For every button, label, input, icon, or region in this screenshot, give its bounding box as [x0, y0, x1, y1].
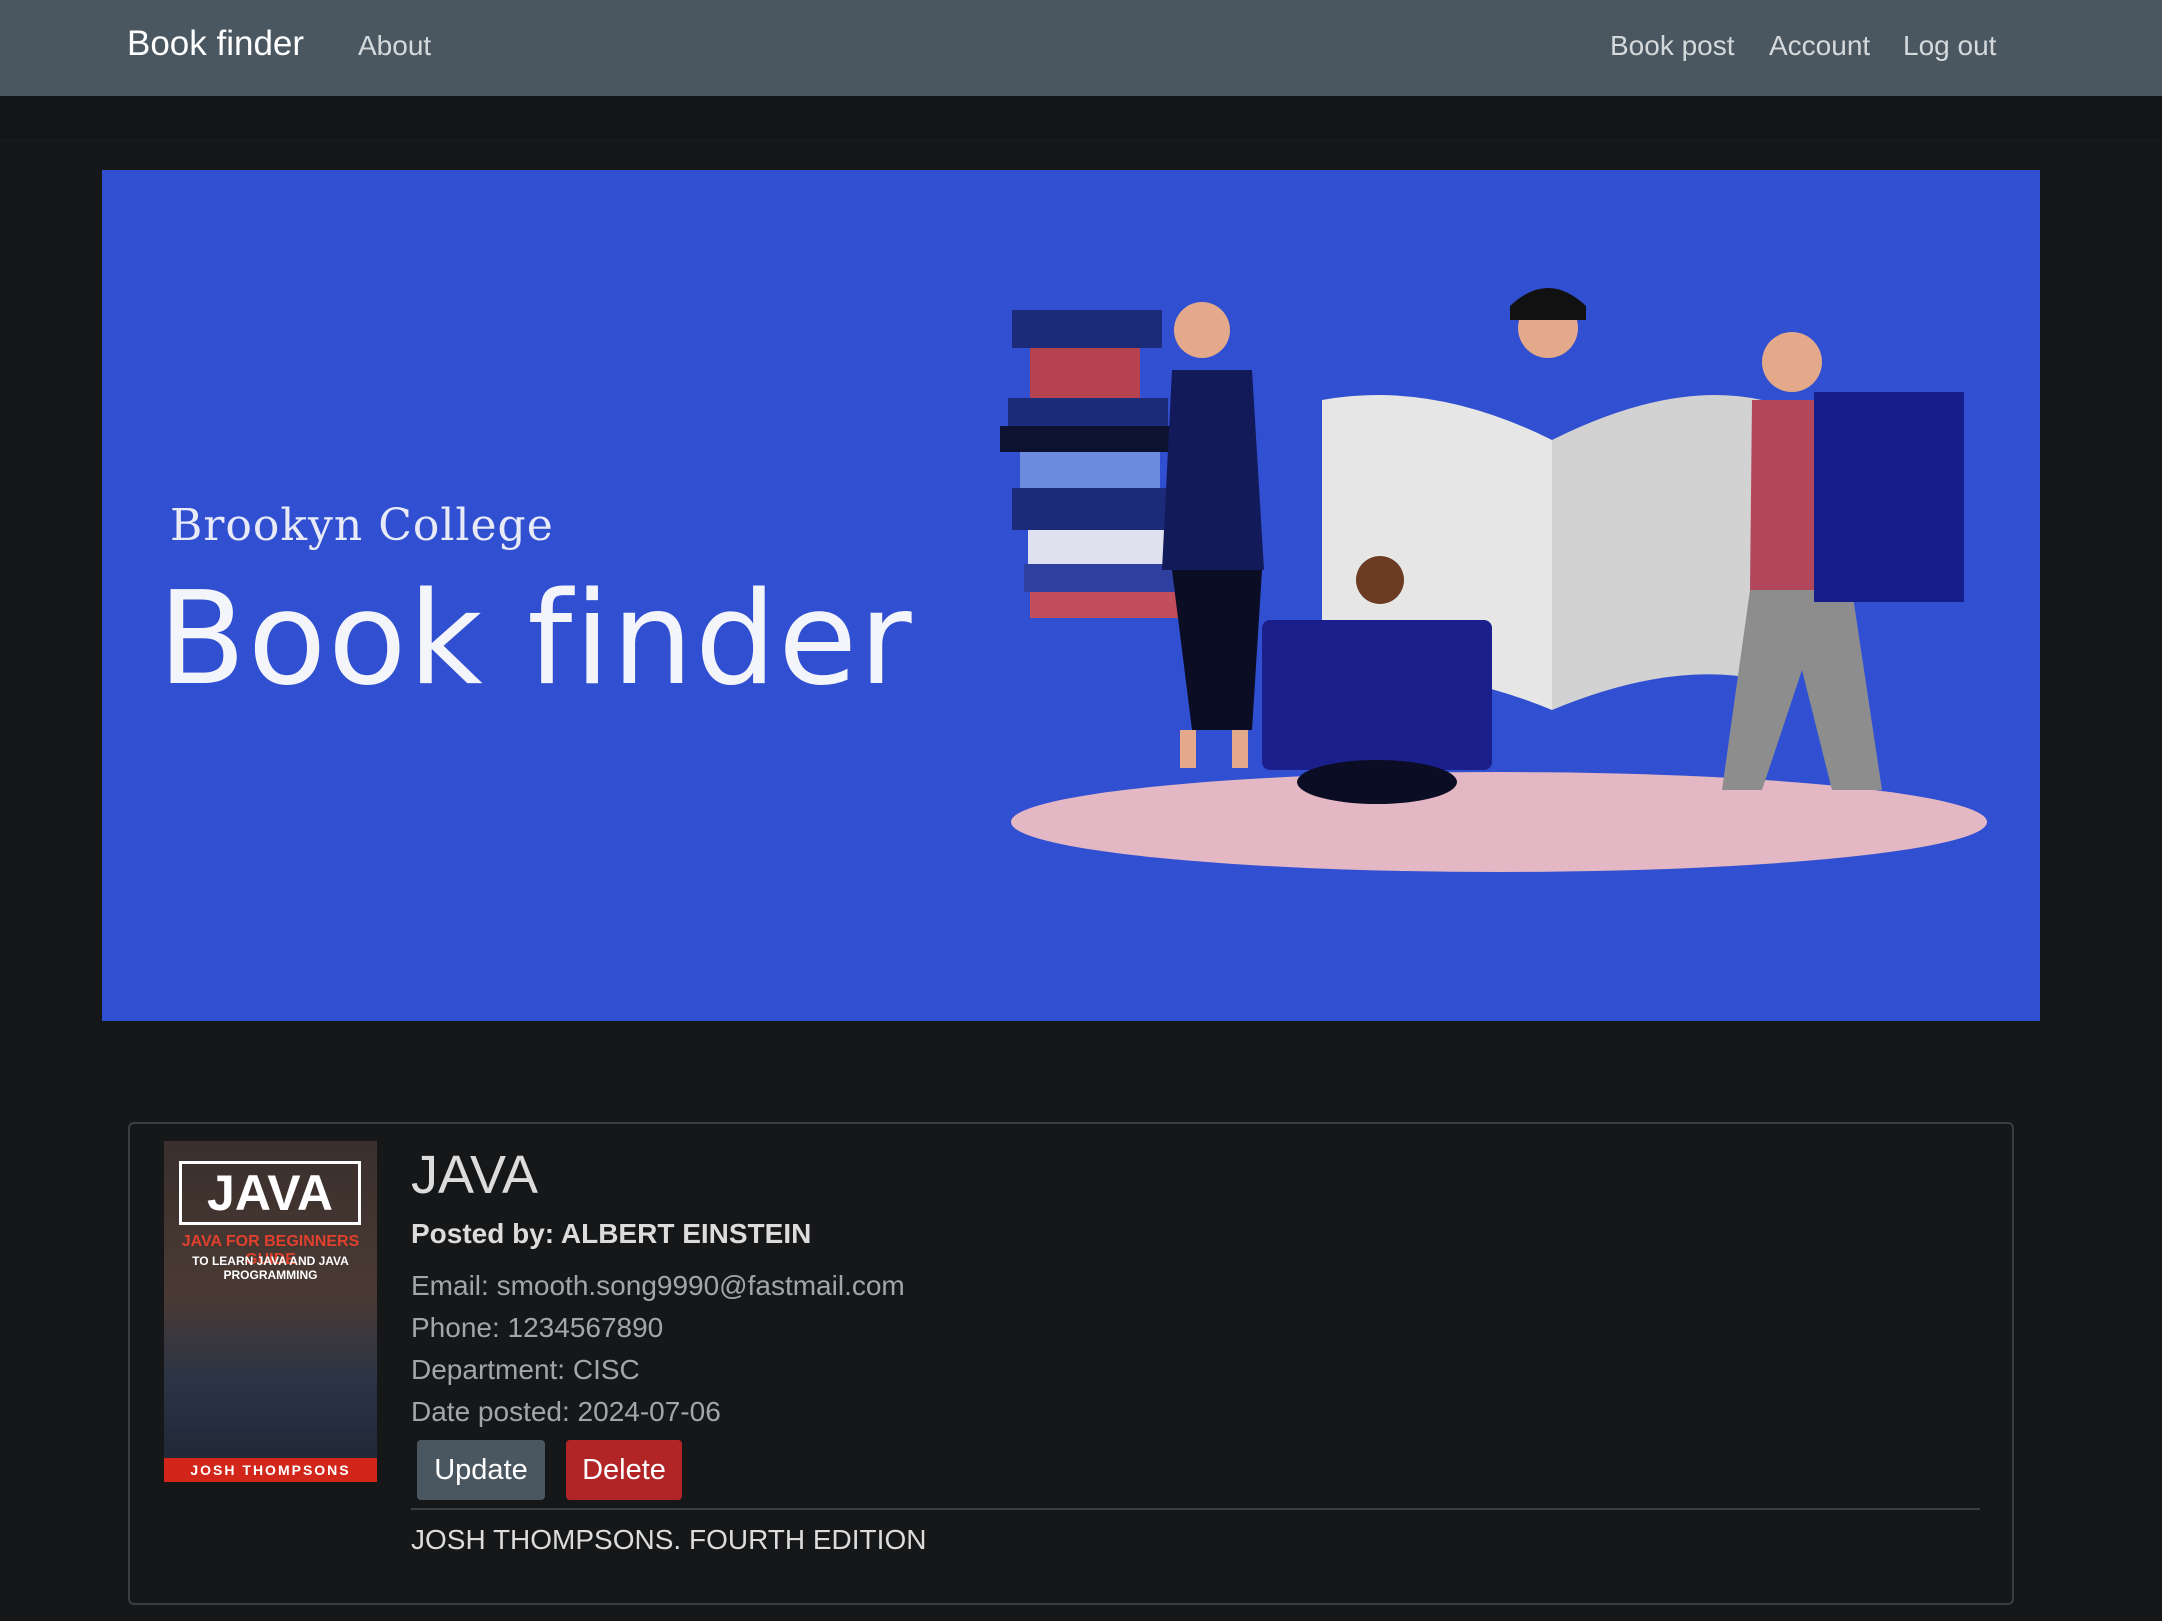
book-description: JOSH THOMPSONS. FOURTH EDITION	[411, 1524, 927, 1555]
update-button[interactable]: Update	[417, 1440, 545, 1500]
hero-banner: Brookyn College Book finder	[102, 170, 2040, 1021]
banner-college-name: Brookyn College	[170, 500, 554, 551]
poster-email: Email: smooth.song9990@fastmail.com	[411, 1270, 905, 1301]
cover-subtitle-small: TO LEARN JAVA AND JAVA PROGRAMMING	[192, 1254, 349, 1282]
poster-phone: Phone: 1234567890	[411, 1312, 664, 1343]
book-title: JAVA	[411, 1145, 539, 1205]
nav-subbar	[0, 96, 2162, 138]
book-post-card: JAVA JAVA FOR BEGINNERS GUIDE TO LEARN J…	[128, 1122, 2014, 1605]
card-divider	[411, 1508, 1980, 1510]
top-navbar: Book finder About Book post Account Log …	[0, 0, 2162, 96]
person-right-illustration	[1722, 332, 1964, 790]
cover-author: JOSH THOMPSONS	[164, 1458, 377, 1482]
nav-link-book-post[interactable]: Book post	[1610, 30, 1735, 62]
delete-button[interactable]: Delete	[566, 1440, 682, 1500]
banner-title: Book finder	[158, 565, 914, 714]
nav-link-about[interactable]: About	[358, 30, 431, 62]
nav-link-account[interactable]: Account	[1769, 30, 1870, 62]
brand-link[interactable]: Book finder	[127, 24, 304, 64]
person-left-illustration	[1162, 302, 1264, 768]
poster-department: Department: CISC	[411, 1354, 640, 1385]
date-posted: Date posted: 2024-07-06	[411, 1396, 721, 1427]
book-cover-image: JAVA JAVA FOR BEGINNERS GUIDE TO LEARN J…	[164, 1141, 377, 1482]
cover-title: JAVA	[179, 1161, 361, 1225]
nav-link-log-out[interactable]: Log out	[1903, 30, 1996, 62]
book-stack-illustration	[1000, 310, 1190, 618]
posted-by: Posted by: ALBERT EINSTEIN	[411, 1218, 812, 1249]
